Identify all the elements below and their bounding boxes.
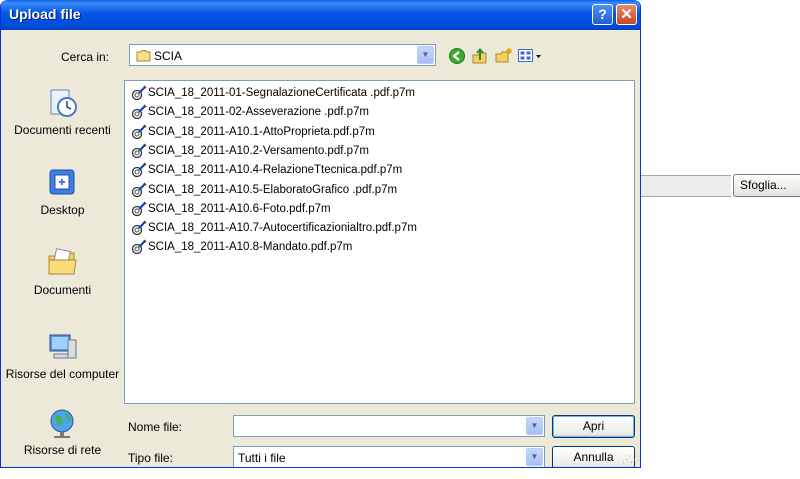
back-icon[interactable] — [448, 47, 466, 65]
file-name-input[interactable] — [236, 417, 525, 434]
file-item[interactable]: SCIA_18_2011-A10.2-Versamento.pdf.p7m — [131, 143, 531, 160]
file-item[interactable]: SCIA_18_2011-01-SegnalazioneCertificata … — [131, 85, 531, 102]
place-label: Documenti recenti — [14, 123, 111, 137]
browse-button[interactable]: Sfoglia... — [733, 174, 800, 197]
file-name: SCIA_18_2011-A10.4-RelazioneTtecnica.pdf… — [148, 164, 403, 177]
folder-icon — [136, 50, 151, 62]
file-name: SCIA_18_2011-01-SegnalazioneCertificata … — [148, 87, 416, 99]
file-name: SCIA_18_2011-A10.8-Mandato.pdf.p7m — [148, 241, 353, 254]
my-computer-icon — [49, 334, 76, 359]
signed-file-icon — [131, 201, 147, 216]
signed-file-icon — [131, 104, 147, 120]
place-desktop[interactable]: Desktop — [5, 166, 120, 217]
file-item[interactable]: SCIA_18_2011-A10.7-Autocertificazionialt… — [131, 220, 531, 237]
signed-file-icon — [131, 239, 147, 255]
place-my-documents[interactable]: Documenti — [5, 246, 120, 297]
file-name: SCIA_18_2011-02-Asseverazione .pdf.p7m — [148, 106, 369, 119]
resize-grip-icon[interactable]: ⋰⋰ — [622, 454, 639, 465]
network-icon — [50, 409, 73, 438]
recent-documents-icon — [50, 89, 77, 117]
look-in-value: SCIA — [154, 49, 183, 63]
place-label: Risorse di rete — [23, 443, 102, 457]
signed-file-icon — [131, 181, 147, 197]
place-label: Risorse del computer — [5, 367, 120, 381]
open-button[interactable]: Apri — [552, 415, 635, 438]
signed-file-icon — [131, 124, 147, 139]
look-in-label: Cerca in: — [61, 50, 110, 64]
file-type-label: Tipo file: — [128, 451, 173, 465]
upload-file-dialog: Upload file ? ✕ Cerca in: SCIA ▼ Documen… — [0, 0, 641, 468]
file-item[interactable]: SCIA_18_2011-A10.1-AttoProprieta.pdf.p7m — [131, 124, 531, 141]
upload-path-field[interactable] — [641, 175, 731, 197]
signed-file-icon — [131, 143, 147, 159]
place-label: Desktop — [40, 203, 85, 217]
title-bar: Upload file ? ✕ — [1, 0, 640, 30]
file-name: SCIA_18_2011-A10.5-ElaboratoGrafico .pdf… — [148, 183, 398, 196]
help-icon[interactable]: ? — [592, 4, 613, 25]
file-name: SCIA_18_2011-A10.7-Autocertificazionialt… — [148, 222, 417, 235]
desktop-icon — [49, 169, 74, 195]
chevron-down-icon[interactable]: ▼ — [526, 448, 543, 466]
place-network[interactable]: Risorse di rete — [5, 406, 120, 457]
file-name: SCIA_18_2011-A10.1-AttoProprieta.pdf.p7m — [148, 125, 375, 138]
file-name: SCIA_18_2011-A10.2-Versamento.pdf.p7m — [148, 144, 369, 157]
view-menu-icon[interactable] — [517, 47, 543, 65]
up-folder-icon[interactable] — [471, 47, 489, 65]
signed-file-icon — [131, 220, 147, 236]
signed-file-icon — [131, 85, 147, 101]
signed-file-icon — [131, 162, 147, 178]
my-documents-icon — [48, 248, 77, 275]
file-name-combo[interactable]: ▼ — [233, 415, 545, 437]
chevron-down-icon[interactable]: ▼ — [417, 46, 434, 64]
close-icon[interactable]: ✕ — [616, 4, 637, 25]
file-type-select[interactable]: Tutti i file ▼ — [233, 446, 545, 467]
chevron-down-icon[interactable]: ▼ — [526, 417, 543, 435]
file-name-label: Nome file: — [128, 420, 183, 434]
place-my-computer[interactable]: Risorse del computer — [5, 330, 120, 381]
file-list[interactable]: SCIA_18_2011-01-SegnalazioneCertificata … — [124, 80, 635, 404]
place-label: Documenti — [33, 283, 92, 297]
file-item[interactable]: SCIA_18_2011-A10.6-Foto.pdf.p7m — [131, 201, 531, 218]
file-item[interactable]: SCIA_18_2011-A10.5-ElaboratoGrafico .pdf… — [131, 181, 531, 199]
file-item[interactable]: SCIA_18_2011-A10.8-Mandato.pdf.p7m — [131, 239, 531, 256]
file-item[interactable]: SCIA_18_2011-A10.4-RelazioneTtecnica.pdf… — [131, 162, 531, 179]
places-bar: Documenti recenti Desktop Documenti Riso… — [5, 76, 120, 464]
place-recent-documents[interactable]: Documenti recenti — [5, 86, 120, 137]
file-name: SCIA_18_2011-A10.6-Foto.pdf.p7m — [148, 202, 331, 215]
file-type-value: Tutti i file — [238, 451, 286, 465]
look-in-dropdown[interactable]: SCIA ▼ — [129, 44, 436, 66]
file-item[interactable]: SCIA_18_2011-02-Asseverazione .pdf.p7m — [131, 104, 531, 121]
dialog-title: Upload file — [9, 6, 81, 22]
new-folder-icon[interactable] — [495, 47, 513, 65]
